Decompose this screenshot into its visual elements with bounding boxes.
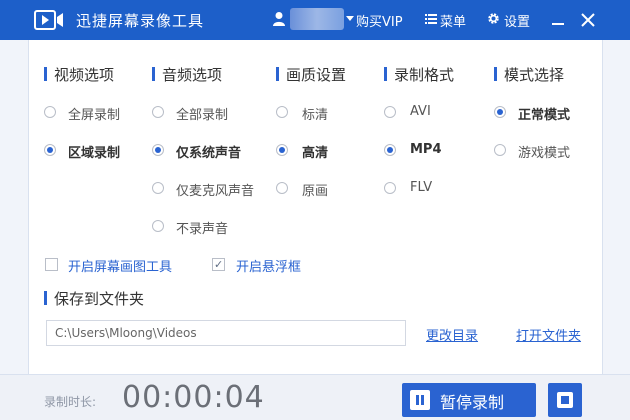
video-camera-logo-icon [34, 10, 63, 30]
quality-heading: 画质设置 [275, 66, 347, 84]
close-icon[interactable] [578, 10, 598, 30]
gear-icon[interactable] [487, 12, 500, 25]
option-audio-all[interactable]: 全部录制 [176, 104, 228, 123]
draw-tool-checkbox[interactable] [45, 258, 58, 271]
user-dropdown-caret-icon[interactable] [346, 16, 354, 21]
option-format-mp4[interactable]: MP4 [410, 142, 442, 157]
checkmark-icon: ✓ [214, 258, 224, 271]
title-bar[interactable]: 迅捷屏幕录像工具 购买VIP 菜单 设置 [0, 0, 630, 40]
stop-recording-button[interactable] [548, 383, 582, 417]
audio-options-heading: 音频选项 [151, 66, 223, 84]
right-gutter [603, 40, 630, 420]
pause-icon [410, 390, 430, 410]
user-icon[interactable] [272, 11, 286, 27]
option-format-flv[interactable]: FLV [410, 180, 432, 195]
format-heading: 录制格式 [383, 66, 455, 84]
float-frame-label[interactable]: 开启悬浮框 [236, 256, 301, 275]
pause-recording-button[interactable]: 暂停录制 [402, 383, 536, 417]
user-name-blurred[interactable] [290, 8, 344, 30]
recorder-window: 迅捷屏幕录像工具 购买VIP 菜单 设置 视频选项 全屏录制 区域录制 音频选项… [0, 0, 630, 420]
settings-button[interactable]: 设置 [504, 11, 530, 30]
open-folder-link[interactable]: 打开文件夹 [516, 325, 581, 344]
float-frame-checkbox[interactable]: ✓ [212, 258, 225, 271]
duration-value: 00:00:04 [122, 380, 265, 415]
footer-bar: 录制时长: 00:00:04 暂停录制 [0, 374, 630, 420]
video-options-heading: 视频选项 [43, 66, 115, 84]
mode-heading: 模式选择 [493, 66, 565, 84]
option-mode-normal[interactable]: 正常模式 [518, 104, 570, 123]
minimize-icon[interactable] [548, 10, 568, 30]
buy-vip-link[interactable]: 购买VIP [356, 11, 403, 30]
option-region[interactable]: 区域录制 [68, 142, 120, 161]
option-quality-original[interactable]: 原画 [302, 180, 328, 199]
radio-region[interactable] [44, 144, 56, 156]
radio-quality-hd[interactable] [276, 144, 288, 156]
pause-recording-label: 暂停录制 [440, 393, 505, 412]
radio-format-mp4[interactable] [384, 144, 396, 156]
option-quality-hd[interactable]: 高清 [302, 142, 328, 161]
save-folder-heading: 保存到文件夹 [43, 290, 145, 308]
radio-format-flv[interactable] [384, 182, 396, 194]
radio-audio-all[interactable] [152, 106, 164, 118]
app-title: 迅捷屏幕录像工具 [76, 12, 205, 30]
radio-mode-normal[interactable] [494, 106, 506, 118]
radio-audio-none[interactable] [152, 220, 164, 232]
radio-fullscreen[interactable] [44, 106, 56, 118]
option-mode-game[interactable]: 游戏模式 [518, 142, 570, 161]
radio-format-avi[interactable] [384, 106, 396, 118]
save-path-field[interactable]: C:\Users\Mloong\Videos [46, 320, 406, 346]
option-quality-sd[interactable]: 标清 [302, 104, 328, 123]
option-audio-mic[interactable]: 仅麦克风声音 [176, 180, 254, 199]
left-gutter [0, 40, 28, 420]
radio-quality-original[interactable] [276, 182, 288, 194]
option-audio-system[interactable]: 仅系统声音 [176, 142, 241, 161]
stop-icon [557, 392, 573, 408]
option-format-avi[interactable]: AVI [410, 104, 431, 119]
option-audio-none[interactable]: 不录声音 [176, 218, 228, 237]
draw-tool-label[interactable]: 开启屏幕画图工具 [68, 256, 172, 275]
radio-audio-mic[interactable] [152, 182, 164, 194]
radio-mode-game[interactable] [494, 144, 506, 156]
menu-icon[interactable] [425, 13, 437, 25]
duration-label: 录制时长: [44, 395, 97, 409]
change-directory-link[interactable]: 更改目录 [426, 325, 478, 344]
radio-audio-system[interactable] [152, 144, 164, 156]
option-fullscreen[interactable]: 全屏录制 [68, 104, 120, 123]
radio-quality-sd[interactable] [276, 106, 288, 118]
menu-button[interactable]: 菜单 [440, 11, 466, 30]
